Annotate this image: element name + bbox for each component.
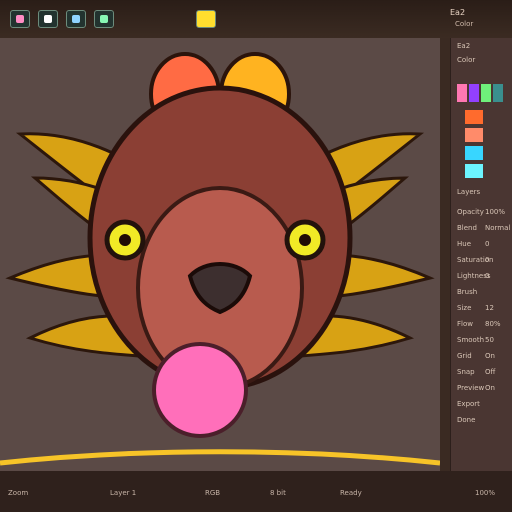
value-smooth[interactable]: 50: [485, 336, 494, 344]
label-hue: Hue: [457, 240, 472, 248]
label-preview: Preview: [457, 384, 485, 392]
select-icon[interactable]: [94, 10, 114, 28]
swatch-teal[interactable]: [493, 84, 503, 102]
status-mid1: Layer 1: [110, 489, 137, 497]
color-icon[interactable]: [196, 10, 216, 28]
panel-subtitle: Color: [457, 56, 476, 64]
label-smooth: Smooth: [457, 336, 485, 344]
label-blend: Blend: [457, 224, 477, 232]
lion-illustration: [0, 52, 440, 466]
bar-orange[interactable]: [465, 110, 483, 124]
label-snap: Snap: [457, 368, 475, 376]
status-right: 100%: [475, 489, 496, 497]
bar-cyan[interactable]: [465, 146, 483, 160]
status-mid4: Ready: [340, 489, 362, 497]
right-panel: Ea2 Color Layers Opacity Blend Hue Satur…: [450, 38, 512, 471]
app-title: Ea2: [450, 8, 466, 17]
toolbar: Ea2 Color: [0, 0, 512, 38]
status-mid2: RGB: [205, 489, 221, 497]
swatch-purple[interactable]: [469, 84, 479, 102]
status-bar: Zoom Layer 1 RGB 8 bit Ready 100%: [0, 471, 512, 512]
status-mid3: 8 bit: [270, 489, 286, 497]
label-flow: Flow: [457, 320, 473, 328]
layer-icon[interactable]: [10, 10, 30, 28]
brush-icon[interactable]: [38, 10, 58, 28]
eraser-icon[interactable]: [66, 10, 86, 28]
value-blend[interactable]: Normal: [485, 224, 510, 232]
panel-title: Ea2: [457, 42, 471, 50]
label-size: Size: [457, 304, 472, 312]
value-preview[interactable]: On: [485, 384, 495, 392]
label-export: Export: [457, 400, 480, 408]
value-saturation[interactable]: 0: [485, 256, 489, 264]
value-lightness[interactable]: 0: [485, 272, 489, 280]
swatch-green[interactable]: [481, 84, 491, 102]
value-grid[interactable]: On: [485, 352, 495, 360]
value-opacity[interactable]: 100%: [485, 208, 505, 216]
value-flow[interactable]: 80%: [485, 320, 501, 328]
label-opacity: Opacity: [457, 208, 484, 216]
label-grid: Grid: [457, 352, 472, 360]
color-bars: [465, 110, 483, 178]
canvas[interactable]: [0, 38, 440, 471]
bar-aqua[interactable]: [465, 164, 483, 178]
label-done: Done: [457, 416, 476, 424]
value-size[interactable]: 12: [485, 304, 494, 312]
color-swatches: [457, 84, 503, 102]
label-brush: Brush: [457, 288, 478, 296]
swatch-pink[interactable]: [457, 84, 467, 102]
label-layers: Layers: [457, 188, 481, 196]
bar-coral[interactable]: [465, 128, 483, 142]
value-hue[interactable]: 0: [485, 240, 489, 248]
value-snap[interactable]: Off: [485, 368, 495, 376]
panel-subtitle: Color: [455, 20, 474, 28]
status-left: Zoom: [8, 489, 29, 497]
